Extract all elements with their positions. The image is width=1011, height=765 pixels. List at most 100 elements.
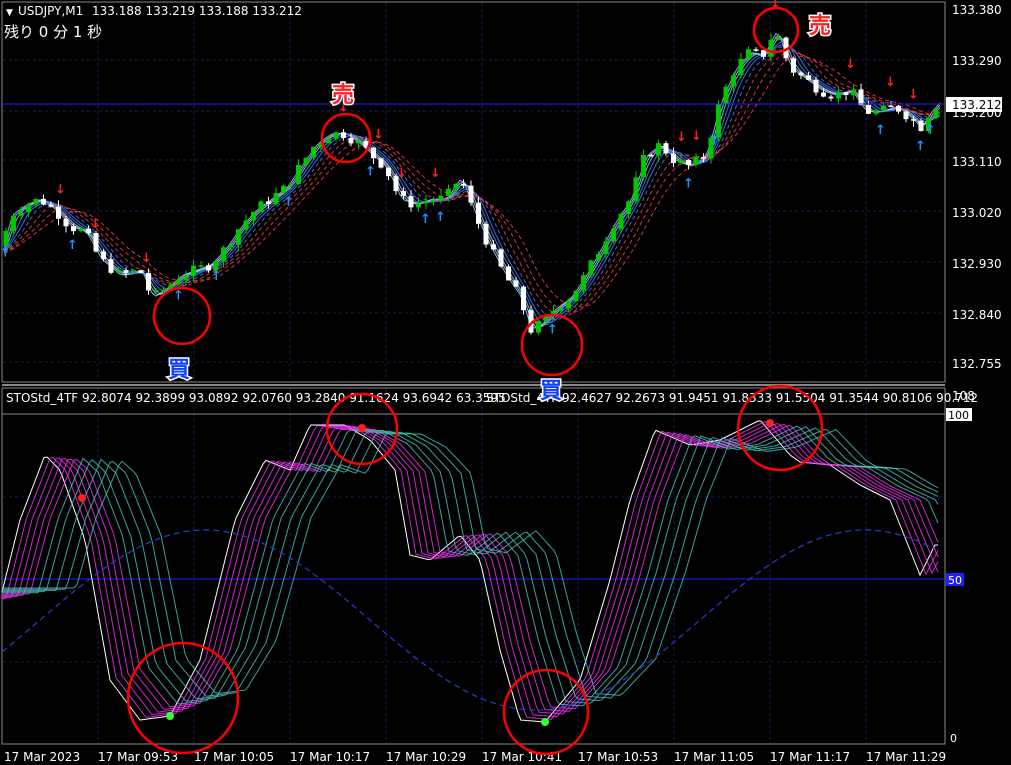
candle-body xyxy=(866,105,871,114)
candle-body xyxy=(78,228,84,232)
candle-body xyxy=(423,201,429,204)
sell-arrow-icon: ↓ xyxy=(908,88,919,103)
candle-body xyxy=(191,265,196,276)
candle-body xyxy=(566,301,571,309)
candle-body xyxy=(138,270,144,273)
candle-body xyxy=(378,158,384,168)
sell-label: 売 xyxy=(809,13,831,39)
signal-dot-green xyxy=(541,718,549,726)
buy-label: 買 xyxy=(168,358,190,383)
candle-body xyxy=(918,120,924,132)
candle-body xyxy=(723,86,729,104)
time-tick: 17 Mar 10:53 xyxy=(578,750,658,764)
candle-body xyxy=(93,232,99,252)
buy-arrow-icon: ↑ xyxy=(709,134,720,149)
sell-arrow-icon: ↓ xyxy=(845,57,856,72)
candle-body xyxy=(648,154,654,157)
buy-arrow-icon: ↑ xyxy=(420,212,431,227)
candle-body xyxy=(33,198,39,205)
candle-body xyxy=(3,230,9,247)
candle-body xyxy=(183,275,189,280)
candle-body xyxy=(281,185,286,194)
price-tick: 132.840 xyxy=(952,308,1002,322)
candle-body xyxy=(498,249,504,267)
time-tick: 17 Mar 10:29 xyxy=(386,750,466,764)
candle-body xyxy=(678,159,684,164)
candle-body xyxy=(731,75,736,87)
candle-body xyxy=(266,201,271,205)
candle-body xyxy=(48,204,54,207)
indicator-label: STOStd_4TF 92.8074 92.3899 93.0892 92.07… xyxy=(6,391,506,405)
sell-arrow-icon: ↓ xyxy=(141,251,152,266)
candle-body xyxy=(596,254,601,261)
candle-body xyxy=(671,153,676,164)
candle-body xyxy=(933,109,939,119)
menu-triangle-icon[interactable]: ▼ xyxy=(6,8,13,18)
price-tick: 133.110 xyxy=(952,155,1002,169)
candle-body xyxy=(176,279,181,285)
candle-body xyxy=(221,247,226,262)
current-price-label: 133.212 xyxy=(952,98,1002,112)
candle-body xyxy=(836,92,841,99)
candle-body xyxy=(311,146,316,158)
candle-body xyxy=(63,218,69,227)
buy-arrow-icon: ↑ xyxy=(915,139,926,154)
level-100-label: 100 xyxy=(948,409,969,422)
candle-body xyxy=(761,50,766,57)
candle-body xyxy=(153,289,159,292)
candle-body xyxy=(251,212,256,221)
time-tick: 17 Mar 11:29 xyxy=(866,750,946,764)
candle-body xyxy=(903,111,909,120)
candle-body xyxy=(656,143,661,156)
price-tick: 132.930 xyxy=(952,257,1002,271)
candle-body xyxy=(146,272,151,291)
buy-arrow-icon: ↑ xyxy=(683,177,694,192)
candle-body xyxy=(521,286,526,311)
buy-arrow-icon: ↑ xyxy=(925,123,936,138)
sell-arrow-icon: ↓ xyxy=(430,166,441,181)
buy-arrow-icon: ↑ xyxy=(283,195,294,210)
price-tick: 133.380 xyxy=(952,3,1002,17)
trading-chart[interactable]: ↓↓↓↓↓↓ ↓↓ ↓↓↓↓↓↑ ↑↑↑↑↑↑ ↑↑↑↑↑↑↑ 133.380 133.… xyxy=(0,0,1011,765)
candle-body xyxy=(558,308,564,311)
time-tick: 17 Mar 10:17 xyxy=(290,750,370,764)
candle-body xyxy=(468,185,474,203)
buy-arrow-icon: ↑ xyxy=(365,165,376,180)
candle-body xyxy=(371,147,376,159)
indicator-axis-bottom: 0 xyxy=(950,732,957,745)
candle-body xyxy=(401,191,406,196)
candle-body xyxy=(71,226,76,232)
candle-body xyxy=(56,206,61,219)
level-50-label: 50 xyxy=(948,574,962,587)
candle-body xyxy=(273,193,279,205)
candle-body xyxy=(821,92,826,97)
candle-body xyxy=(513,280,519,287)
candle-body xyxy=(843,92,849,96)
price-tick: 132.755 xyxy=(952,357,1002,371)
candle-body xyxy=(746,49,751,59)
candle-body xyxy=(896,105,901,112)
candle-body xyxy=(588,260,594,276)
candle-body xyxy=(873,110,879,114)
time-tick: 17 Mar 09:53 xyxy=(98,750,178,764)
sell-label: 売 xyxy=(332,82,354,108)
candle-body xyxy=(693,156,699,165)
buy-arrow-icon: ↑ xyxy=(435,210,446,225)
candle-body xyxy=(243,220,249,230)
candle-body xyxy=(476,202,481,224)
candle-body xyxy=(753,49,759,51)
candle-body xyxy=(26,204,31,213)
candle-body xyxy=(806,75,811,80)
signal-dot-red xyxy=(78,494,86,502)
candle-body xyxy=(626,201,631,214)
candle-body xyxy=(911,119,916,121)
candle-body xyxy=(11,215,16,231)
candle-body xyxy=(198,265,204,267)
sell-arrow-icon: ↓ xyxy=(396,167,407,182)
price-tick: 133.290 xyxy=(952,54,1002,68)
candle-body xyxy=(716,103,721,138)
buy-arrow-icon: ↑ xyxy=(211,269,222,284)
candle-body xyxy=(296,164,301,185)
candle-body xyxy=(116,270,121,273)
candle-body xyxy=(536,321,541,333)
